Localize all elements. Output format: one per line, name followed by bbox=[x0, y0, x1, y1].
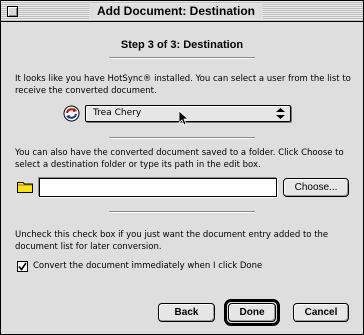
hotsync-description: It looks like you have HotSync® installe… bbox=[15, 74, 351, 96]
title-bar[interactable]: Add Document: Destination bbox=[1, 1, 363, 22]
add-document-window: Add Document: Destination Step 3 of 3: D… bbox=[0, 0, 364, 335]
divider bbox=[109, 57, 255, 59]
checkmark-icon bbox=[18, 262, 27, 271]
divider bbox=[109, 211, 255, 213]
folder-icon[interactable] bbox=[17, 180, 33, 193]
convert-checkbox-label[interactable]: Convert the document immediately when I … bbox=[33, 261, 262, 271]
done-button[interactable]: Done bbox=[228, 303, 276, 322]
close-box[interactable] bbox=[7, 6, 18, 17]
step-title: Step 3 of 3: Destination bbox=[120, 39, 244, 51]
hotsync-icon bbox=[63, 105, 80, 122]
hotsync-user-value: Trea Chery bbox=[93, 108, 142, 118]
back-button[interactable]: Back bbox=[158, 303, 215, 322]
convert-checkbox[interactable] bbox=[17, 261, 28, 272]
destination-path-input[interactable] bbox=[39, 178, 277, 197]
mouse-pointer-icon bbox=[179, 111, 189, 126]
convert-description: Uncheck this check box if you just want … bbox=[15, 230, 329, 252]
choose-button[interactable]: Choose... bbox=[283, 178, 349, 197]
destination-description: You can also have the converted document… bbox=[15, 148, 344, 170]
window-title: Add Document: Destination bbox=[89, 4, 263, 19]
up-down-arrows-icon bbox=[276, 108, 285, 119]
divider bbox=[109, 137, 255, 139]
cancel-button[interactable]: Cancel bbox=[293, 303, 349, 322]
